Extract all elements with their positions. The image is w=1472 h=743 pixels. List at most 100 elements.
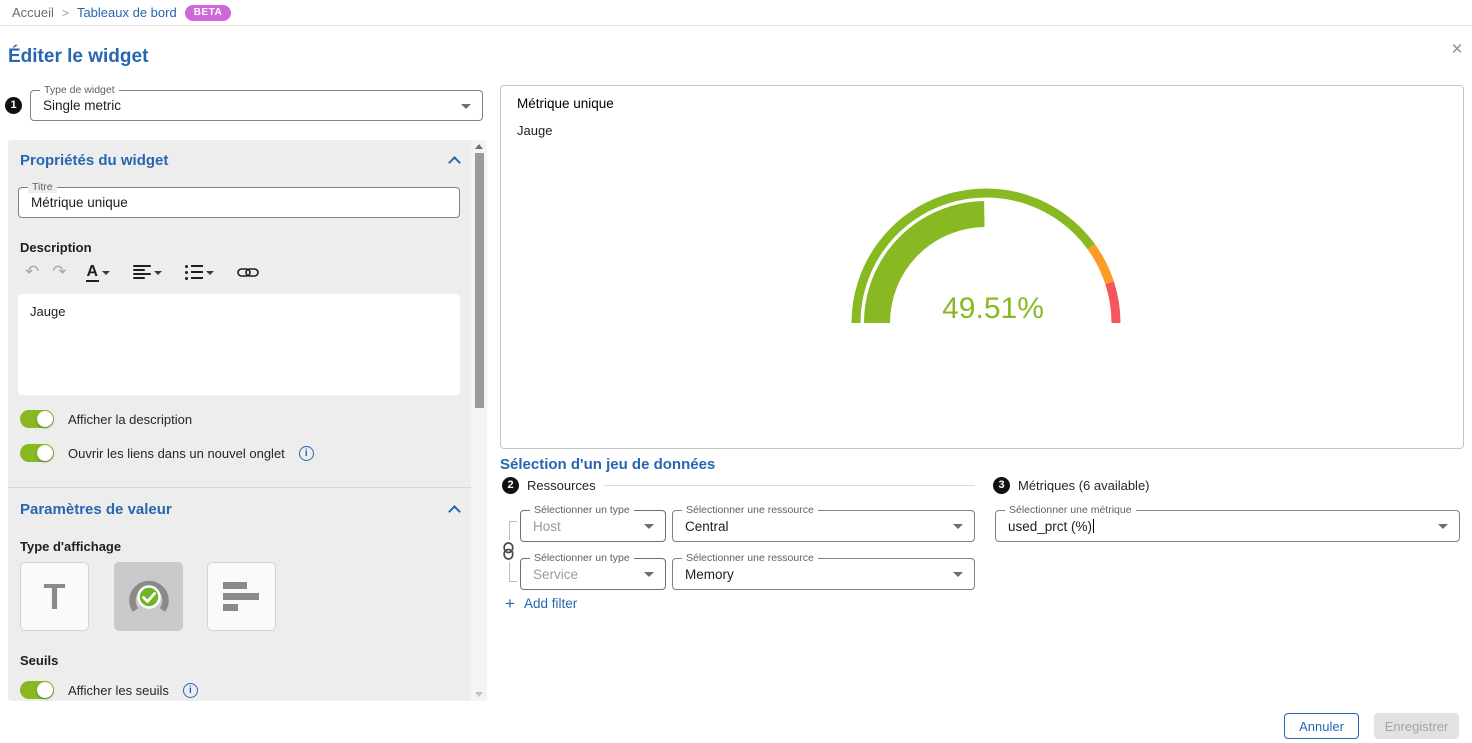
info-icon[interactable]: i [183,683,198,698]
scroll-down-icon[interactable] [475,692,483,697]
insert-link-button[interactable] [234,264,262,281]
gauge-ring-critical-arc [1110,283,1116,323]
description-editor[interactable]: Jauge [18,294,460,395]
link-rows-icon [501,540,515,562]
open-links-label: Ouvrir les liens dans un nouvel onglet [68,446,285,461]
preview-description: Jauge [517,123,552,138]
gauge-chart: 49.51% [846,179,1126,327]
widget-settings-panel: Propriétés du widget Titre Métrique uniq… [8,140,487,701]
edit-widget-dialog: Accueil > Tableaux de bord BETA Éditer l… [0,0,1472,743]
align-left-icon [133,265,151,279]
chevron-down-icon [953,572,963,577]
display-type-label: Type d'affichage [20,539,121,554]
chevron-down-icon [644,572,654,577]
divider [604,485,975,486]
description-label: Description [20,240,92,255]
widget-type-select-value: Single metric [43,98,121,113]
show-description-toggle[interactable] [20,410,54,428]
collapse-properties-icon[interactable] [448,156,461,169]
breadcrumb-home-link[interactable]: Accueil [12,5,54,20]
resource-select-1-label: Sélectionner une ressource [682,504,818,516]
resource-type-select-2-value: Service [533,567,578,582]
resources-label: Ressources [527,478,596,493]
display-type-text-button[interactable]: T [20,562,89,631]
dataset-section-title: Sélection d'un jeu de données [500,456,715,473]
scrollbar-thumb[interactable] [475,153,484,408]
panel-scrollbar[interactable] [471,140,487,701]
display-type-gauge-button-selected[interactable] [114,562,183,631]
resource-type-select-1-value: Host [533,519,561,534]
collapse-value-params-icon[interactable] [448,505,461,518]
metrics-label: Métriques (6 available) [1018,478,1150,493]
show-thresholds-toggle-row: Afficher les seuils i [20,679,198,701]
step-1-badge: 1 [5,97,22,114]
resource-type-select-2-label: Sélectionner un type [530,552,634,564]
resource-select-2[interactable]: Sélectionner une ressource Memory [672,558,975,590]
link-icon [237,266,259,279]
text-color-icon: A [86,263,100,282]
info-icon[interactable]: i [299,446,314,461]
properties-section-title: Propriétés du widget [20,152,168,169]
list-button[interactable] [182,263,217,282]
chevron-down-icon [461,104,471,109]
text-color-button[interactable]: A [83,261,114,284]
widget-type-select[interactable]: Type de widget Single metric [30,90,483,121]
undo-icon: ↶ [25,264,39,281]
breadcrumb-dashboards-link[interactable]: Tableaux de bord [77,5,177,20]
add-filter-button[interactable]: + Add filter [505,595,577,612]
show-thresholds-label: Afficher les seuils [68,683,169,698]
undo-button[interactable]: ↶ [22,262,42,283]
resource-select-2-label: Sélectionner une ressource [682,552,818,564]
resource-type-select-1-label: Sélectionner un type [530,504,634,516]
widget-preview-panel: Métrique unique Jauge 49.51% [500,85,1464,449]
gauge-display-icon [127,577,171,617]
resource-select-2-value: Memory [685,567,734,582]
preview-title: Métrique unique [517,96,614,111]
text-display-icon: T [44,576,66,618]
metric-select-label: Sélectionner une métrique [1005,504,1136,516]
breadcrumb: Accueil > Tableaux de bord BETA [0,0,1472,26]
show-thresholds-toggle[interactable] [20,681,54,699]
resource-select-1-value: Central [685,519,729,534]
bar-chart-icon [223,582,261,611]
chevron-down-icon [953,524,963,529]
breadcrumb-separator: > [62,6,69,20]
step-3-badge: 3 [993,477,1010,494]
show-description-toggle-row: Afficher la description [20,408,192,430]
resource-type-select-2[interactable]: Sélectionner un type Service [520,558,666,590]
widget-type-select-label: Type de widget [40,84,119,96]
chevron-down-icon [154,271,162,275]
resource-type-select-1[interactable]: Sélectionner un type Host [520,510,666,542]
open-links-toggle[interactable] [20,444,54,462]
chevron-down-icon [1438,524,1448,529]
display-type-bars-button[interactable] [207,562,276,631]
value-params-section-title: Paramètres de valeur [20,501,172,518]
bulleted-list-icon [185,265,203,280]
open-links-toggle-row: Ouvrir les liens dans un nouvel onglet i [20,442,314,464]
title-input-label: Titre [28,181,57,193]
scroll-up-icon[interactable] [475,144,483,149]
section-divider [8,487,471,488]
thresholds-label: Seuils [20,653,58,668]
close-icon[interactable]: × [1447,40,1467,60]
redo-icon: ↷ [52,264,66,281]
add-filter-label: Add filter [524,596,577,611]
gauge-ring-warning-arc [1091,247,1109,283]
save-button: Enregistrer [1374,713,1459,739]
title-input[interactable]: Titre Métrique unique [18,187,460,218]
redo-button[interactable]: ↷ [49,262,69,283]
title-input-value: Métrique unique [31,195,128,210]
beta-badge: BETA [185,5,231,21]
resource-select-1[interactable]: Sélectionner une ressource Central [672,510,975,542]
metric-select[interactable]: Sélectionner une métrique used_prct (%) [995,510,1460,542]
metric-select-value: used_prct (%) [1008,519,1092,534]
text-cursor [1093,519,1094,533]
plus-icon: + [505,595,515,612]
cancel-button[interactable]: Annuler [1284,713,1359,739]
resources-step-row: 2 Ressources [502,477,975,494]
richtext-toolbar: ↶ ↷ A [22,258,262,286]
description-text: Jauge [30,304,65,319]
align-button[interactable] [130,263,165,281]
show-description-label: Afficher la description [68,412,192,427]
page-title: Éditer le widget [8,46,148,68]
